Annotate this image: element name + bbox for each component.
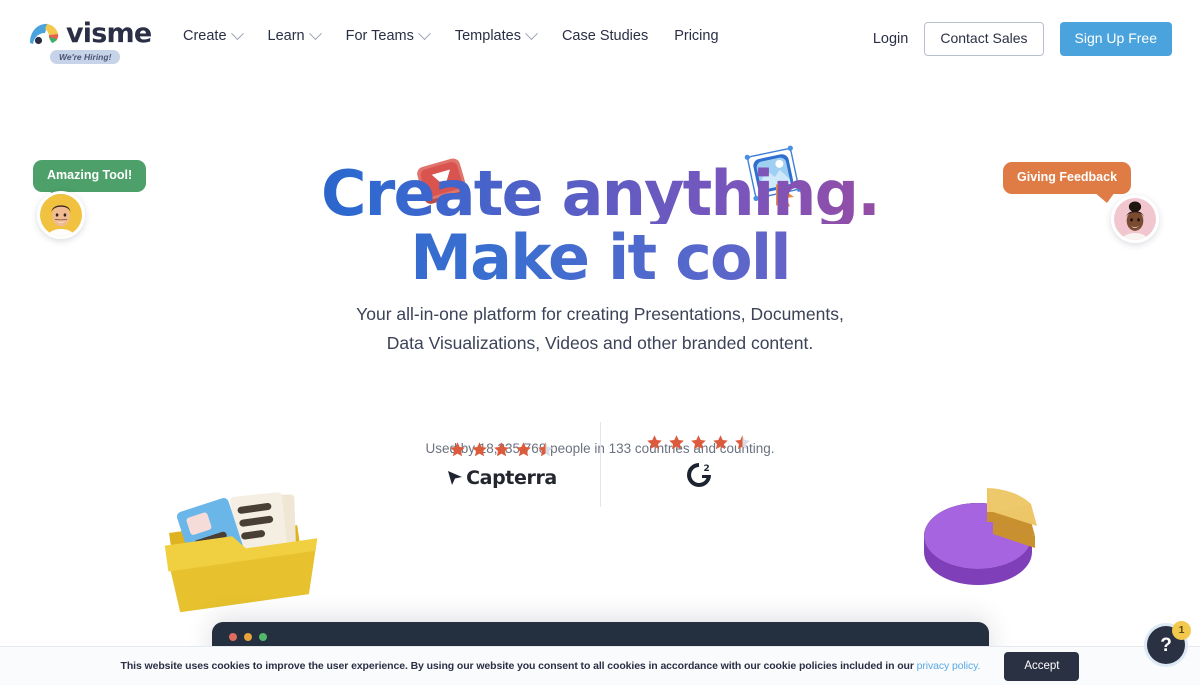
rating-capterra[interactable]: Capterra xyxy=(432,441,572,489)
hero-section: Create anything. Make it coll Your all-i… xyxy=(0,72,1200,617)
login-link[interactable]: Login xyxy=(873,29,908,49)
visme-logo-link[interactable]: visme xyxy=(28,18,152,49)
testimonial-bubble-giving-feedback: Giving Feedback xyxy=(1003,162,1132,203)
nav-item-templates[interactable]: Templates xyxy=(454,26,538,46)
nav-label-learn: Learn xyxy=(267,28,305,44)
ratings-divider xyxy=(599,422,601,507)
nav-item-case-studies[interactable]: Case Studies xyxy=(562,26,648,46)
star-icon xyxy=(516,441,531,456)
nav-item-create[interactable]: Create xyxy=(183,26,244,46)
nav-item-learn[interactable]: Learn xyxy=(267,26,322,46)
help-notification-badge: 1 xyxy=(1172,621,1191,640)
visme-fan-logo-icon xyxy=(28,21,62,47)
star-icon xyxy=(669,435,684,450)
avatar-male-user xyxy=(37,191,85,239)
chevron-down-icon xyxy=(525,26,538,40)
hero-subheadline: Your all-in-one platform for creating Pr… xyxy=(0,300,1200,357)
g2-crowd-icon: 2 xyxy=(686,463,711,487)
cookie-text-body: This website uses cookies to improve the… xyxy=(120,660,917,672)
site-header: visme We're Hiring! Create Learn For Tea… xyxy=(0,0,1200,72)
cookie-consent-text: This website uses cookies to improve the… xyxy=(121,659,981,673)
ratings-row: Capterra 2 xyxy=(0,422,1200,507)
star-icon xyxy=(472,441,487,456)
nav-label-for-teams: For Teams xyxy=(345,28,414,44)
capterra-logo: Capterra xyxy=(446,467,557,489)
star-icon xyxy=(713,435,728,450)
sign-up-free-button[interactable]: Sign Up Free xyxy=(1059,22,1172,56)
contact-sales-button[interactable]: Contact Sales xyxy=(924,22,1044,56)
star-half-icon xyxy=(735,435,750,450)
hiring-badge[interactable]: We're Hiring! xyxy=(50,50,121,64)
nav-label-case-studies: Case Studies xyxy=(561,28,649,44)
headline-line-2: Make it coll xyxy=(0,227,1200,289)
g2-logo: 2 xyxy=(684,460,714,495)
testimonial-bubble-amazing-tool: Amazing Tool! xyxy=(33,160,147,201)
browser-traffic-lights xyxy=(229,633,267,641)
cookie-consent-bar: This website uses cookies to improve the… xyxy=(0,646,1200,685)
star-icon xyxy=(494,441,509,456)
nav-label-templates: Templates xyxy=(454,28,521,44)
avatar-female-user xyxy=(1111,195,1159,243)
subhead-line-1: Your all-in-one platform for creating Pr… xyxy=(356,304,844,324)
visme-landing-page: visme We're Hiring! Create Learn For Tea… xyxy=(0,0,1200,685)
subhead-line-2: Data Visualizations, Videos and other br… xyxy=(386,332,814,353)
testimonial-right: Giving Feedback xyxy=(1003,162,1159,243)
browser-dot-minimize xyxy=(244,633,252,641)
nav-label-pricing: Pricing xyxy=(674,28,719,44)
main-navigation: Create Learn For Teams Templates Case St… xyxy=(183,26,719,46)
browser-dot-close xyxy=(229,633,237,641)
browser-dot-maximize xyxy=(259,633,267,641)
chevron-down-icon xyxy=(230,26,244,40)
logo-block: visme We're Hiring! xyxy=(28,18,152,64)
header-actions: Login Contact Sales Sign Up Free xyxy=(873,22,1172,56)
logo-wordmark: visme xyxy=(66,18,152,49)
help-widget[interactable]: ? 1 xyxy=(1144,621,1191,667)
nav-item-pricing[interactable]: Pricing xyxy=(674,26,718,46)
cookie-accept-button[interactable]: Accept xyxy=(1004,651,1080,681)
privacy-policy-link[interactable]: privacy policy. xyxy=(917,660,981,672)
star-icon xyxy=(450,441,465,456)
star-icon xyxy=(647,435,662,450)
rating-g2[interactable]: 2 xyxy=(629,434,769,495)
testimonial-left: Amazing Tool! xyxy=(33,160,147,239)
star-half-icon xyxy=(538,441,553,456)
nav-item-for-teams[interactable]: For Teams xyxy=(345,26,431,46)
g2-stars xyxy=(646,434,751,451)
capterra-label: Capterra xyxy=(466,466,557,489)
nav-label-create: Create xyxy=(183,28,227,44)
chevron-down-icon xyxy=(308,26,322,40)
capterra-stars xyxy=(449,441,554,458)
capterra-cursor-icon xyxy=(448,470,463,485)
star-icon xyxy=(691,435,706,450)
svg-text:2: 2 xyxy=(703,464,709,474)
chevron-down-icon xyxy=(417,26,431,40)
